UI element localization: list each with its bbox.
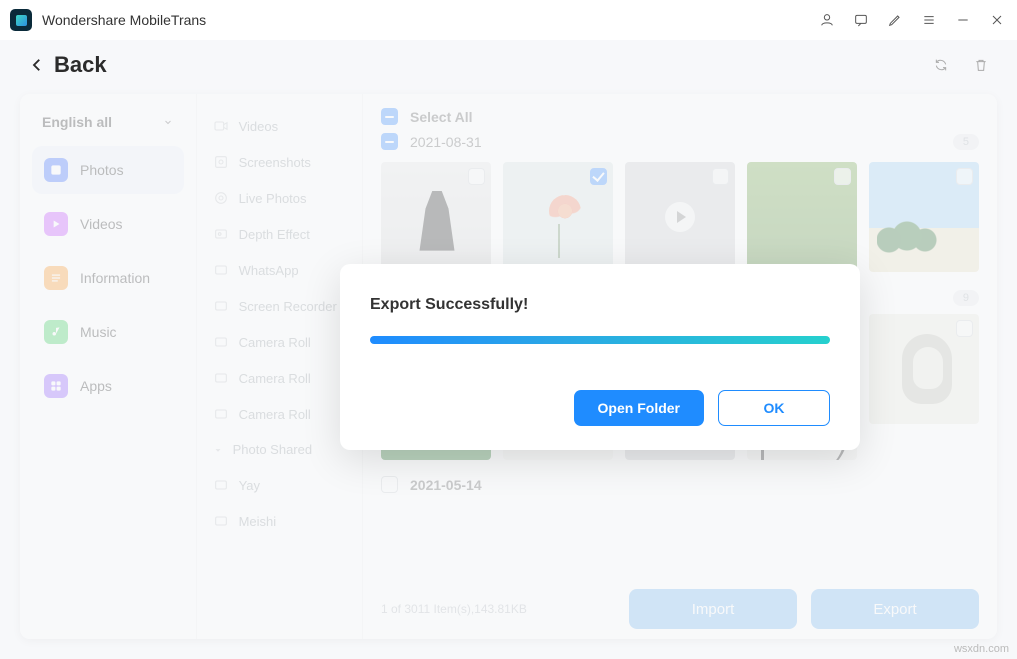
back-tools	[933, 57, 989, 73]
titlebar: Wondershare MobileTrans	[0, 0, 1017, 40]
edit-icon[interactable]	[887, 12, 903, 28]
titlebar-right	[819, 12, 1005, 28]
modal-title: Export Successfully!	[370, 296, 830, 314]
modal-actions: Open Folder OK	[370, 390, 830, 426]
refresh-icon[interactable]	[933, 57, 949, 73]
watermark: wsxdn.com	[954, 643, 1009, 655]
app-title: Wondershare MobileTrans	[42, 12, 206, 28]
app-logo	[10, 9, 32, 31]
open-folder-button[interactable]: Open Folder	[574, 390, 704, 426]
back-label: Back	[54, 52, 107, 78]
account-icon[interactable]	[819, 12, 835, 28]
export-success-modal: Export Successfully! Open Folder OK	[340, 264, 860, 450]
titlebar-left: Wondershare MobileTrans	[10, 9, 206, 31]
progress-bar	[370, 336, 830, 344]
back-row: Back	[0, 40, 1017, 92]
menu-icon[interactable]	[921, 12, 937, 28]
back-button[interactable]: Back	[28, 52, 107, 78]
trash-icon[interactable]	[973, 57, 989, 73]
feedback-icon[interactable]	[853, 12, 869, 28]
minimize-icon[interactable]	[955, 12, 971, 28]
close-icon[interactable]	[989, 12, 1005, 28]
ok-button[interactable]: OK	[718, 390, 830, 426]
chevron-left-icon	[28, 56, 46, 74]
